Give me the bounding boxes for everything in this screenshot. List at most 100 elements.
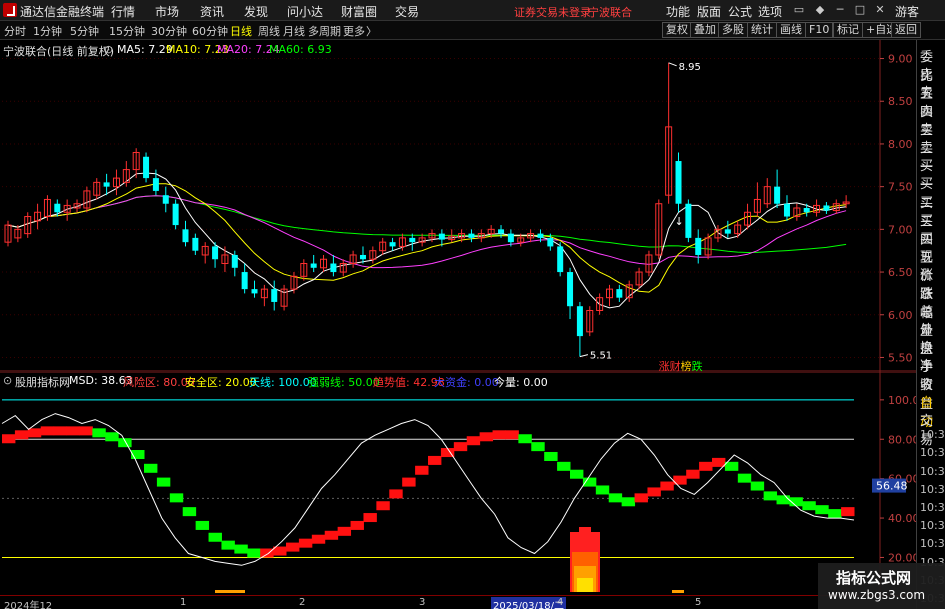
indicator-tick-label: 100.0	[888, 394, 916, 407]
candle-body	[103, 182, 110, 187]
candle-body	[389, 242, 396, 247]
trend-block	[195, 520, 210, 530]
indicator-strength: 强弱线: 50.00	[308, 376, 380, 389]
event-tag: 榜	[681, 359, 692, 372]
trend-block	[105, 432, 119, 442]
trend-block	[27, 428, 42, 438]
login-status[interactable]: 证券交易未登录	[514, 4, 591, 20]
settings-icon[interactable]: ⊙	[104, 43, 113, 56]
period-60min[interactable]: 60分钟	[192, 23, 228, 39]
trend-block	[802, 501, 816, 511]
overlay-button[interactable]: 叠加	[690, 22, 720, 38]
menu-formula[interactable]: 公式	[728, 3, 752, 20]
indicator-volume: 今量: 0.00	[494, 376, 548, 389]
menu-wealth-circle[interactable]: 财富圈	[341, 3, 377, 20]
candlestick-chart[interactable]: 9.00 8.50 8.00 7.50 7.00 6.50 6.00 5.50 8.95 5.51…	[0, 40, 916, 372]
stock-title: 宁波联合(日线 前复权)	[3, 45, 115, 58]
mark-button[interactable]: 标记	[833, 22, 863, 38]
indicator-risk: 风险区: 80.00	[123, 376, 195, 389]
trend-block	[79, 426, 93, 436]
period-weekly[interactable]: 周线	[258, 23, 280, 39]
multi-stock-button[interactable]: 多股	[718, 22, 748, 38]
low-price-label: 5.51	[590, 351, 612, 362]
trend-block	[376, 501, 390, 511]
period-more[interactable]: 更多	[343, 23, 365, 39]
down-arrow-icon: ↓	[675, 215, 684, 228]
trend-block	[531, 442, 545, 452]
trend-block	[763, 491, 778, 501]
candle-body	[774, 186, 781, 204]
menu-ask[interactable]: 问小达	[287, 3, 323, 20]
ma20-line	[7, 195, 847, 269]
period-15min[interactable]: 15分钟	[109, 23, 145, 39]
guest-label[interactable]: 游客	[895, 3, 919, 20]
menu-layout[interactable]: 版面	[697, 3, 721, 20]
candle-body	[783, 203, 790, 217]
period-30min[interactable]: 30分钟	[151, 23, 187, 39]
screen-icon[interactable]: ▭	[791, 3, 807, 17]
back-button[interactable]: 返回	[891, 22, 921, 38]
candle-body	[241, 272, 248, 290]
period-1min[interactable]: 1分钟	[33, 23, 62, 39]
candle-body	[54, 203, 61, 213]
indicator-chart[interactable]: 100.080.0060.0040.0020.0056.48	[0, 372, 916, 595]
price-tick-label: 7.50	[888, 181, 913, 194]
price-tick-label: 8.50	[888, 95, 913, 108]
trend-block	[570, 469, 584, 479]
date-label: 1	[180, 597, 187, 608]
date-axis: 2024年12 1 2 3 2025/03/18/二 4 5	[0, 595, 916, 609]
draw-button[interactable]: 画线	[776, 22, 806, 38]
menu-options[interactable]: 选项	[758, 3, 782, 20]
indicator-header: ⊙ 股朋指标网 MSD: 38.63 风险区: 80.00 安全区: 20.00…	[0, 373, 880, 389]
adjust-button[interactable]: 复权	[662, 22, 692, 38]
side-panel-item[interactable]: 10:32	[920, 446, 945, 459]
menu-market-quotes[interactable]: 行情	[111, 3, 135, 20]
side-panel-item[interactable]: 10:33	[920, 519, 945, 532]
price-tick-label: 6.50	[888, 266, 913, 279]
candle-body	[507, 233, 514, 243]
f10-button[interactable]: F10	[805, 22, 834, 38]
side-panel-item[interactable]: 10:33	[920, 537, 945, 550]
trend-block	[453, 442, 468, 452]
trend-block	[505, 430, 519, 440]
side-panel-item[interactable]: 10:32	[920, 501, 945, 514]
indicator-settings-icon[interactable]: ⊙	[3, 374, 12, 387]
period-multi[interactable]: 多周期	[308, 23, 341, 39]
candle-body	[557, 246, 564, 273]
side-panel-item[interactable]: 10:32	[920, 465, 945, 478]
period-5min[interactable]: 5分钟	[70, 23, 99, 39]
app-title: 通达信金融终端	[20, 5, 105, 19]
indicator-tick-label: 40.00	[888, 512, 916, 525]
trend-block	[156, 477, 171, 487]
ma5-label: MA5: 7.29	[117, 43, 173, 56]
candle-body	[724, 229, 731, 234]
close-icon[interactable]: ✕	[872, 3, 888, 17]
menu-trade[interactable]: 交易	[395, 3, 419, 20]
chevron-right-icon[interactable]: 〉	[366, 23, 377, 39]
candle-body	[212, 246, 219, 260]
menu-discover[interactable]: 发现	[244, 3, 268, 20]
menu-functions[interactable]: 功能	[666, 3, 690, 20]
stats-button[interactable]: 统计	[747, 22, 777, 38]
trend-block	[634, 493, 648, 503]
lock-icon[interactable]: ◆	[812, 3, 828, 17]
trend-block	[815, 505, 829, 515]
candle-body	[823, 205, 830, 211]
maximize-icon[interactable]: □	[852, 3, 868, 17]
trend-block	[169, 493, 184, 503]
trend-block	[699, 461, 713, 471]
period-daily[interactable]: 日线	[230, 23, 252, 39]
menu-news[interactable]: 资讯	[200, 3, 224, 20]
side-panel-item[interactable]: 10:32	[920, 483, 945, 496]
price-tick-label: 8.00	[888, 138, 913, 151]
watermark: 指标公式网 www.zbgs3.com	[818, 563, 945, 609]
period-monthly[interactable]: 月线	[283, 23, 305, 39]
price-tick-label: 9.00	[888, 53, 913, 66]
trend-block	[544, 451, 558, 461]
minimize-icon[interactable]: ─	[832, 3, 848, 17]
volume-bar	[215, 590, 245, 593]
trend-block	[337, 526, 352, 536]
menu-market[interactable]: 市场	[155, 3, 179, 20]
side-panel-item[interactable]: 10:32	[920, 428, 945, 441]
period-tick[interactable]: 分时	[4, 23, 26, 39]
